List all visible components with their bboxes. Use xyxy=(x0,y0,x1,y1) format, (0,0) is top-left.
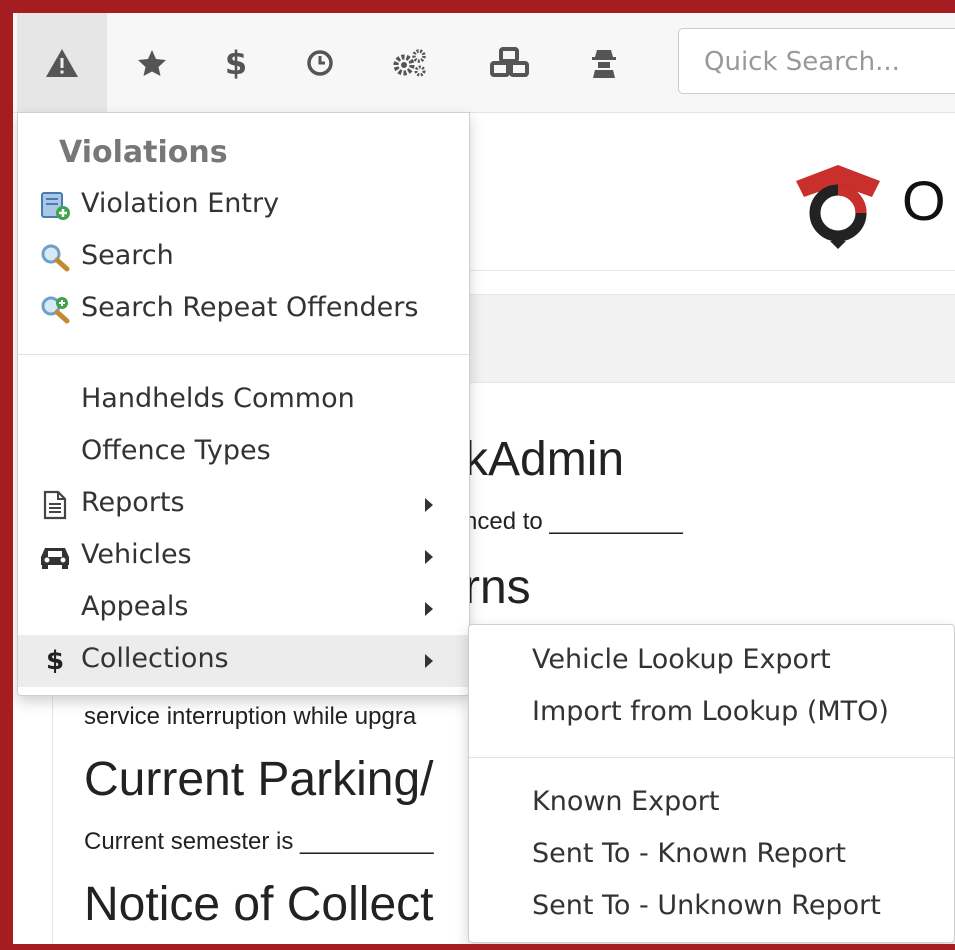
user-secret-icon xyxy=(589,47,619,79)
interruption-text: service interruption while upgra xyxy=(84,703,417,730)
submenu-item-label: Sent To - Unknown Report xyxy=(532,890,881,921)
menu-item-collections[interactable]: $ Collections xyxy=(18,635,469,687)
notice-heading: Notice of Collect xyxy=(84,878,434,931)
page-toolbar xyxy=(470,294,955,383)
submenu-item-vehicle-lookup-export[interactable]: Vehicle Lookup Export xyxy=(469,636,954,688)
submenu-caret-icon xyxy=(425,654,433,668)
brand-name: O xyxy=(902,169,946,232)
menu-item-search[interactable]: Search xyxy=(18,232,469,284)
submenu-item-known-export[interactable]: Known Export xyxy=(469,778,954,830)
menu-item-label: Reports xyxy=(81,487,185,518)
menu-item-label: Vehicles xyxy=(81,539,192,570)
nav-inventory[interactable] xyxy=(465,13,555,112)
menu-header: Violations xyxy=(59,135,228,170)
nav-finance[interactable]: $ xyxy=(191,13,281,112)
violations-menu: Violations Violation Entry Search Search… xyxy=(17,112,470,696)
quick-search-input[interactable]: Quick Search... xyxy=(678,28,955,94)
menu-item-vehicles[interactable]: Vehicles xyxy=(18,531,469,583)
document-icon xyxy=(38,488,72,522)
cubes-icon xyxy=(489,46,531,79)
submenu-caret-icon xyxy=(425,498,433,512)
menu-item-search-repeat-offenders[interactable]: Search Repeat Offenders xyxy=(18,284,469,336)
violation-entry-icon xyxy=(38,189,72,223)
menu-item-label: Appeals xyxy=(81,591,189,622)
submenu-item-label: Known Export xyxy=(532,786,720,817)
menu-item-label: Collections xyxy=(81,643,229,674)
menu-item-appeals[interactable]: Appeals xyxy=(18,583,469,635)
menu-item-violation-entry[interactable]: Violation Entry xyxy=(18,180,469,232)
magnifier-icon xyxy=(38,241,72,275)
menu-item-offence-types[interactable]: Offence Types xyxy=(18,427,469,479)
gears-icon xyxy=(392,48,428,78)
menu-divider xyxy=(18,354,469,355)
submenu-caret-icon xyxy=(425,602,433,616)
submenu-item-sent-to-known-report[interactable]: Sent To - Known Report xyxy=(469,830,954,882)
reference-text: nced to __________ xyxy=(464,508,683,535)
menu-item-label: Handhelds Common xyxy=(81,383,355,414)
menu-item-label: Search Repeat Offenders xyxy=(81,292,419,323)
section-heading: rns xyxy=(464,561,531,614)
dollar-icon: $ xyxy=(45,646,65,676)
nav-settings[interactable] xyxy=(365,13,455,112)
star-icon xyxy=(137,49,167,77)
header-divider xyxy=(470,270,955,271)
menu-item-handhelds-common[interactable]: Handhelds Common xyxy=(18,375,469,427)
semester-text: Current semester is __________ xyxy=(84,828,434,855)
car-icon xyxy=(38,540,72,574)
warning-icon xyxy=(45,48,79,78)
parking-heading: Current Parking/ xyxy=(84,753,434,806)
submenu-caret-icon xyxy=(425,550,433,564)
nav-violations[interactable] xyxy=(17,13,107,112)
menu-item-reports[interactable]: Reports xyxy=(18,479,469,531)
brand-logo xyxy=(792,163,884,253)
nav-officers[interactable] xyxy=(559,13,649,112)
dollar-icon: $ xyxy=(224,43,248,82)
clock-icon xyxy=(306,49,334,77)
submenu-item-sent-to-unknown-report[interactable]: Sent To - Unknown Report xyxy=(469,882,954,934)
top-navbar: $ Quick Search... xyxy=(13,13,955,113)
page-heading: kAdmin xyxy=(464,433,625,486)
submenu-divider xyxy=(469,757,954,758)
collections-submenu: Vehicle Lookup Export Import from Lookup… xyxy=(468,624,955,943)
submenu-item-label: Import from Lookup (MTO) xyxy=(532,696,889,727)
menu-item-label: Search xyxy=(81,240,174,271)
search-add-icon xyxy=(38,293,72,327)
submenu-item-label: Sent To - Known Report xyxy=(532,838,846,869)
menu-item-label: Offence Types xyxy=(81,435,271,466)
nav-history[interactable] xyxy=(275,13,365,112)
submenu-item-import-from-lookup[interactable]: Import from Lookup (MTO) xyxy=(469,688,954,740)
submenu-item-label: Vehicle Lookup Export xyxy=(532,644,831,675)
nav-favorites[interactable] xyxy=(107,13,197,112)
menu-item-label: Violation Entry xyxy=(81,188,280,219)
